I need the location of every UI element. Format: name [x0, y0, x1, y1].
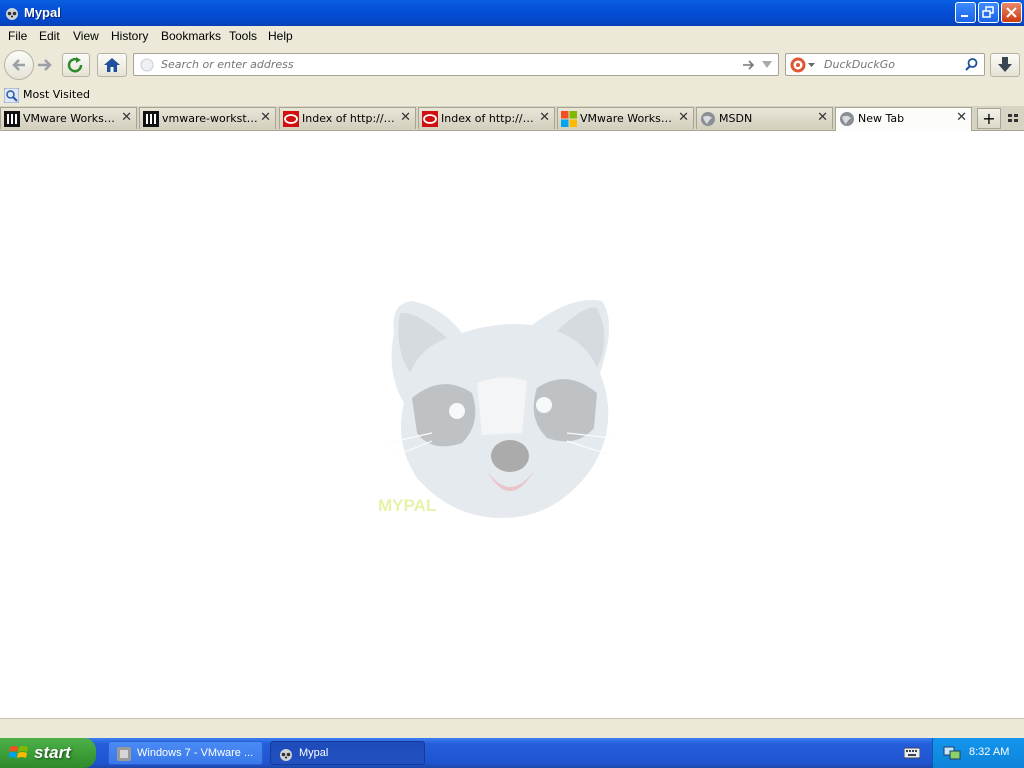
tab-vmware-workstation[interactable]: VMware Workstat... ✕ [0, 107, 137, 129]
history-dropdown-icon[interactable] [762, 61, 772, 69]
tab-label: VMware Workstat... [23, 112, 119, 125]
search-input[interactable] [822, 57, 961, 72]
tab-index-of-1[interactable]: Index of http://d... ✕ [279, 107, 416, 129]
forward-arrow-icon [38, 59, 52, 71]
tab-close-icon[interactable]: ✕ [121, 110, 132, 125]
tab-close-icon[interactable]: ✕ [400, 110, 411, 125]
tab-label: Index of http://d... [302, 112, 398, 125]
most-visited-icon [4, 88, 19, 103]
tab-msdn[interactable]: MSDN ✕ [696, 107, 833, 129]
home-icon [104, 58, 120, 72]
search-icon[interactable] [964, 57, 979, 72]
tab-close-icon[interactable]: ✕ [260, 110, 271, 125]
tab-vmware-workstation-msdn[interactable]: VMware Workstat... ✕ [557, 107, 694, 129]
keyboard-icon[interactable] [904, 746, 920, 760]
tab-close-icon[interactable]: ✕ [817, 110, 828, 125]
raccoon-icon [280, 749, 292, 761]
home-button[interactable] [97, 53, 127, 77]
tab-label: VMware Workstat... [580, 112, 676, 125]
window-titlebar[interactable]: Mypal [0, 0, 1024, 26]
menu-help[interactable]: Help [268, 29, 293, 43]
windows-taskbar: start Windows 7 - VMware ... Mypal 8:32 … [0, 738, 1024, 768]
window-title: Mypal [24, 5, 61, 20]
minimize-icon [961, 15, 968, 17]
red-o-icon [422, 111, 438, 127]
status-bar [0, 718, 1024, 739]
address-input[interactable] [159, 57, 723, 72]
reload-icon [67, 57, 83, 73]
plus-icon: + [982, 109, 996, 128]
navigation-toolbar [0, 46, 1024, 84]
start-label: start [34, 743, 71, 762]
search-bar[interactable] [785, 53, 985, 76]
tab-label: New Tab [858, 112, 905, 125]
menu-view[interactable]: View [73, 29, 99, 43]
vmware-library-icon [143, 111, 159, 127]
tab-strip: VMware Workstat... ✕ vmware-workstati...… [0, 106, 1024, 131]
mypal-raccoon-logo: MYPAL [378, 300, 613, 518]
close-icon [1006, 7, 1017, 18]
reload-button[interactable] [62, 53, 90, 77]
menu-history[interactable]: History [111, 29, 148, 43]
globe-icon [701, 112, 715, 126]
tab-new-tab[interactable]: New Tab ✕ [835, 107, 972, 131]
start-button[interactable]: start [0, 738, 96, 768]
tab-vmware-workstation-download[interactable]: vmware-workstati... ✕ [139, 107, 276, 129]
address-bar[interactable] [133, 53, 779, 76]
tab-list-icon[interactable] [1006, 110, 1020, 126]
most-visited-label: Most Visited [23, 88, 90, 101]
restore-icon [982, 6, 994, 18]
red-o-icon [283, 111, 299, 127]
engine-dropdown-icon[interactable] [808, 63, 815, 68]
page-content: MYPAL [0, 131, 1024, 718]
clock[interactable]: 8:32 AM [969, 746, 1009, 758]
new-tab-button[interactable]: + [977, 108, 1001, 129]
menu-edit[interactable]: Edit [39, 29, 60, 43]
taskbar-item-label: Mypal [299, 747, 329, 759]
menu-bar: File Edit View History Bookmarks Tools H… [0, 26, 1024, 46]
menu-tools[interactable]: Tools [229, 29, 257, 43]
taskbar-item-mypal[interactable]: Mypal [270, 741, 425, 765]
back-button[interactable] [4, 50, 34, 80]
back-arrow-icon [12, 59, 25, 71]
tab-close-icon[interactable]: ✕ [956, 110, 967, 125]
raccoon-icon [6, 8, 18, 20]
menu-bookmarks[interactable]: Bookmarks [161, 29, 221, 43]
network-icon[interactable] [943, 745, 961, 761]
duckduckgo-icon[interactable] [790, 57, 806, 73]
vmware-library-icon [4, 111, 20, 127]
restore-button[interactable] [978, 2, 999, 23]
taskbar-item-vmware[interactable]: Windows 7 - VMware ... [108, 741, 263, 765]
globe-icon [840, 112, 854, 126]
forward-button[interactable] [34, 54, 56, 76]
microsoft-icon [561, 111, 577, 127]
close-button[interactable] [1001, 2, 1022, 23]
tab-label: MSDN [719, 112, 753, 125]
go-arrow-icon[interactable] [742, 59, 756, 71]
tab-label: Index of http://d... [441, 112, 537, 125]
tab-index-of-2[interactable]: Index of http://d... ✕ [418, 107, 555, 129]
menu-file[interactable]: File [8, 29, 27, 43]
minimize-button[interactable] [955, 2, 976, 23]
windows-flag-icon [9, 746, 28, 758]
tab-close-icon[interactable]: ✕ [539, 110, 550, 125]
system-tray: 8:32 AM [932, 738, 1024, 768]
download-icon [998, 57, 1012, 72]
taskbar-item-label: Windows 7 - VMware ... [137, 747, 254, 759]
bookmarks-toolbar: Most Visited [0, 84, 1024, 106]
tab-close-icon[interactable]: ✕ [678, 110, 689, 125]
downloads-button[interactable] [990, 53, 1020, 77]
tab-label: vmware-workstati... [162, 112, 258, 125]
mypal-logo-text: MYPAL [378, 496, 436, 515]
site-identity-icon [140, 58, 154, 72]
vmware-icon [117, 747, 131, 761]
